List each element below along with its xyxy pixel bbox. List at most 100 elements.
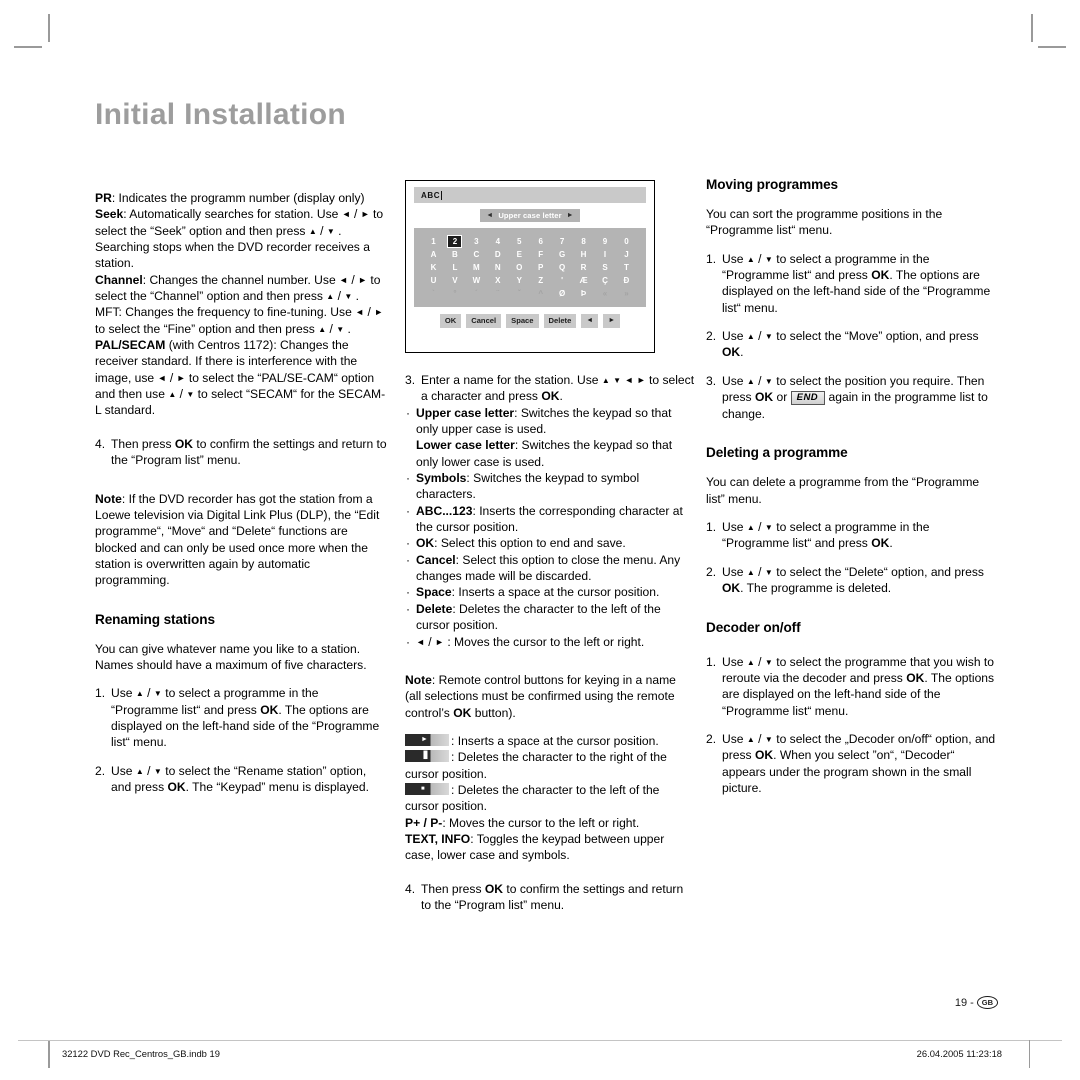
keypad-key[interactable]: C xyxy=(469,248,484,261)
keypad-key[interactable]: F xyxy=(533,248,548,261)
keypad-key[interactable]: S xyxy=(598,261,613,274)
keypad-key[interactable]: L xyxy=(447,261,462,274)
list-marker: 4. xyxy=(405,881,416,896)
remote-play-text: : Inserts a space at the cursor position… xyxy=(451,733,659,748)
keypad-key[interactable]: Æ xyxy=(576,274,591,287)
keypad-key[interactable]: O xyxy=(512,261,527,274)
keypad-key[interactable]: R xyxy=(576,261,591,274)
keypad-key[interactable]: ' xyxy=(555,274,570,287)
page-title: Initial Installation xyxy=(95,98,347,131)
chevron-left-icon[interactable]: ◄ xyxy=(486,212,493,219)
keypad-space-button[interactable]: Space xyxy=(506,314,539,328)
list-item-decoder-2: 2. Use / to select the „Decoder on/off“ … xyxy=(706,731,998,796)
list-item-delete: · Delete: Deletes the character to the l… xyxy=(405,601,695,634)
list-marker: 2. xyxy=(706,564,717,579)
keypad-key[interactable]: I xyxy=(598,248,613,261)
page-number: 19 xyxy=(954,996,968,1009)
region-badge: GB xyxy=(976,996,998,1009)
keypad-key[interactable]: M xyxy=(469,261,484,274)
paragraph-remote-stop: : Deletes the character to the left of t… xyxy=(405,782,695,815)
keypad-key[interactable]: H xyxy=(576,248,591,261)
space-text: : Inserts a space at the cursor position… xyxy=(451,585,660,600)
mv2-text-a: Use xyxy=(722,329,744,344)
keypad-key[interactable]: G xyxy=(555,248,570,261)
keypad-key[interactable]: B xyxy=(447,248,462,261)
paragraph-remote-play: : Inserts a space at the cursor position… xyxy=(405,733,695,749)
keypad-key[interactable]: N xyxy=(490,261,505,274)
keypad-key[interactable]: K xyxy=(426,261,441,274)
keypad-key-selected[interactable]: 2 xyxy=(447,235,463,248)
rn2-text-a: Use xyxy=(111,763,133,778)
keypad-key[interactable]: Ç xyxy=(598,274,613,287)
keypad-key[interactable]: 4 xyxy=(490,235,505,248)
crop-mark-top-right-vertical xyxy=(1031,14,1033,42)
keypad-cancel-button[interactable]: Cancel xyxy=(466,314,502,328)
list-marker: 1. xyxy=(95,686,106,701)
keypad-key[interactable]: ¨ xyxy=(490,287,505,300)
keypad-key[interactable]: ´ xyxy=(469,287,484,300)
keypad-key[interactable]: Z xyxy=(533,274,548,287)
cursor-move-text: : Moves the cursor to the left or right. xyxy=(447,634,645,649)
keypad-row: K L M N O P Q R S T xyxy=(426,261,634,274)
paragraph-note: Note: If the DVD recorder has got the st… xyxy=(95,491,387,589)
list-item-delete-1: 1. Use / to select a programme in the “P… xyxy=(706,519,998,552)
chevron-right-icon[interactable]: ► xyxy=(567,212,574,219)
dc2-text-a: Use xyxy=(722,731,744,746)
keypad-key[interactable]: 0 xyxy=(619,235,634,248)
ok-key-label: OK xyxy=(754,748,774,763)
keypad-key[interactable]: Ø xyxy=(555,287,570,300)
step3-text-c: . xyxy=(559,389,563,404)
keypad-cursor-left-button[interactable]: ◄ xyxy=(581,314,599,328)
keypad-entry-field[interactable]: ABC xyxy=(414,187,646,203)
keypad-key[interactable]: W xyxy=(469,274,484,287)
keypad-key[interactable]: V xyxy=(447,274,462,287)
keypad-key[interactable]: » xyxy=(619,287,634,300)
keypad-key[interactable]: X xyxy=(490,274,505,287)
mv3-text-a: Use xyxy=(722,373,744,388)
keypad-key[interactable]: Y xyxy=(512,274,527,287)
keypad-key[interactable]: 7 xyxy=(555,235,570,248)
p-plus-minus-label: P+ / P- xyxy=(405,815,443,830)
keypad-key[interactable]: U xyxy=(426,274,441,287)
arrow-down-icon xyxy=(344,292,352,302)
keypad-ok-button[interactable]: OK xyxy=(439,314,462,328)
keypad-delete-button[interactable]: Delete xyxy=(543,314,577,328)
keypad-key[interactable]: 5 xyxy=(512,235,527,248)
paragraph-note-remote: Note: Remote control buttons for keying … xyxy=(405,672,695,721)
keypad-mode-row: ◄ Upper case letter ► xyxy=(414,209,646,222)
keypad-key[interactable]: 6 xyxy=(533,235,548,248)
keypad-key[interactable]: 1 xyxy=(426,235,441,248)
cancel-label: Cancel xyxy=(416,552,456,567)
keypad-key[interactable]: E xyxy=(512,248,527,261)
keypad-key[interactable]: Q xyxy=(555,261,570,274)
keypad-key[interactable]: Þ xyxy=(576,287,591,300)
note-text-a: : Remote control buttons for keying in a… xyxy=(405,672,676,720)
remote-stop-button-icon xyxy=(405,782,449,795)
ok-key-label: OK xyxy=(174,436,194,451)
keypad-key[interactable]: « xyxy=(598,287,613,300)
arrow-up-icon xyxy=(747,523,755,533)
keypad-key[interactable]: Ð xyxy=(619,274,634,287)
keypad-key[interactable]: A xyxy=(426,248,441,261)
keypad-key[interactable]: 8 xyxy=(576,235,591,248)
keypad-key[interactable]: D xyxy=(490,248,505,261)
mft-text-a: MFT: Changes the frequency to fine-tunin… xyxy=(95,305,352,320)
list-item-step-4: 4. Then press OK to confirm the settings… xyxy=(95,436,387,469)
keypad-key[interactable]: T xyxy=(619,261,634,274)
keypad-character-grid: 1 2 3 4 5 6 7 8 9 0 A B C D E F G H I J … xyxy=(414,228,646,307)
keypad-key[interactable]: 9 xyxy=(598,235,613,248)
keypad-key[interactable]: ° xyxy=(447,287,462,300)
keypad-key[interactable]: P xyxy=(533,261,548,274)
page-number-block: 19 - GB xyxy=(955,996,998,1009)
keypad-key[interactable]: ˇ xyxy=(512,287,527,300)
keypad-key[interactable]: 3 xyxy=(469,235,484,248)
keypad-cursor-right-button[interactable]: ► xyxy=(603,314,621,328)
ok-text: : Select this option to end and save. xyxy=(434,536,626,551)
keypad-key[interactable]: J xyxy=(619,248,634,261)
keypad-key[interactable]: ^ xyxy=(533,287,548,300)
keypad-key[interactable]: ` xyxy=(426,287,441,300)
keypad-mode-selector[interactable]: ◄ Upper case letter ► xyxy=(480,209,580,222)
